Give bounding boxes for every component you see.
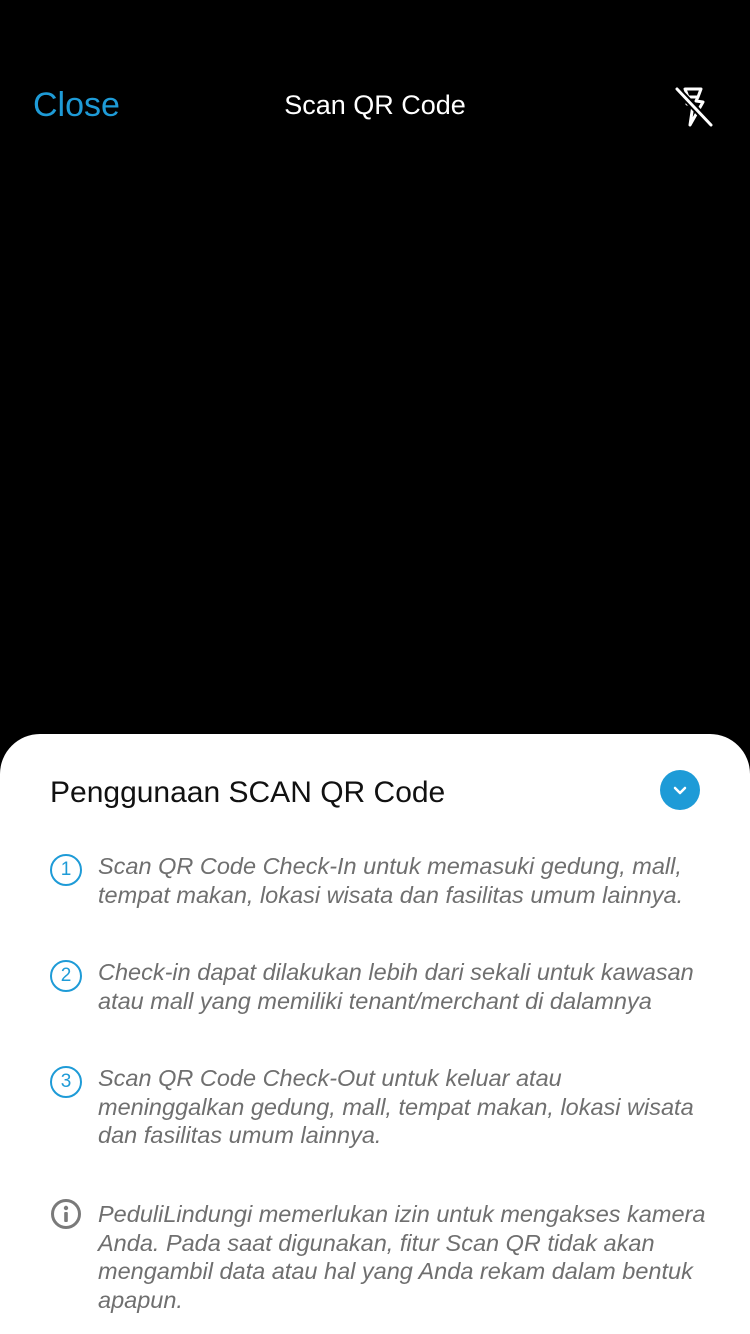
step-number-badge: 2 xyxy=(50,960,82,992)
step-text: Check-in dapat dilakukan lebih dari seka… xyxy=(98,959,694,1014)
flash-off-icon[interactable] xyxy=(670,84,716,130)
info-icon xyxy=(50,1198,82,1230)
step-number-badge: 3 xyxy=(50,1066,82,1098)
step-number-badge: 1 xyxy=(50,854,82,886)
usage-bottom-sheet: Penggunaan SCAN QR Code 1 Scan QR Code C… xyxy=(0,734,750,1334)
chevron-down-icon xyxy=(673,786,687,795)
nav-bar: Close Scan QR Code xyxy=(0,70,750,144)
step-text: Scan QR Code Check-In untuk memasuki ged… xyxy=(98,853,684,908)
sheet-title: Penggunaan SCAN QR Code xyxy=(50,776,446,809)
step-text: Scan QR Code Check-Out untuk keluar atau… xyxy=(98,1065,694,1148)
camera-permission-note: PeduliLindungi memerlukan izin untuk men… xyxy=(98,1201,706,1313)
collapse-button[interactable] xyxy=(660,770,700,810)
page-title: Scan QR Code xyxy=(284,90,466,120)
